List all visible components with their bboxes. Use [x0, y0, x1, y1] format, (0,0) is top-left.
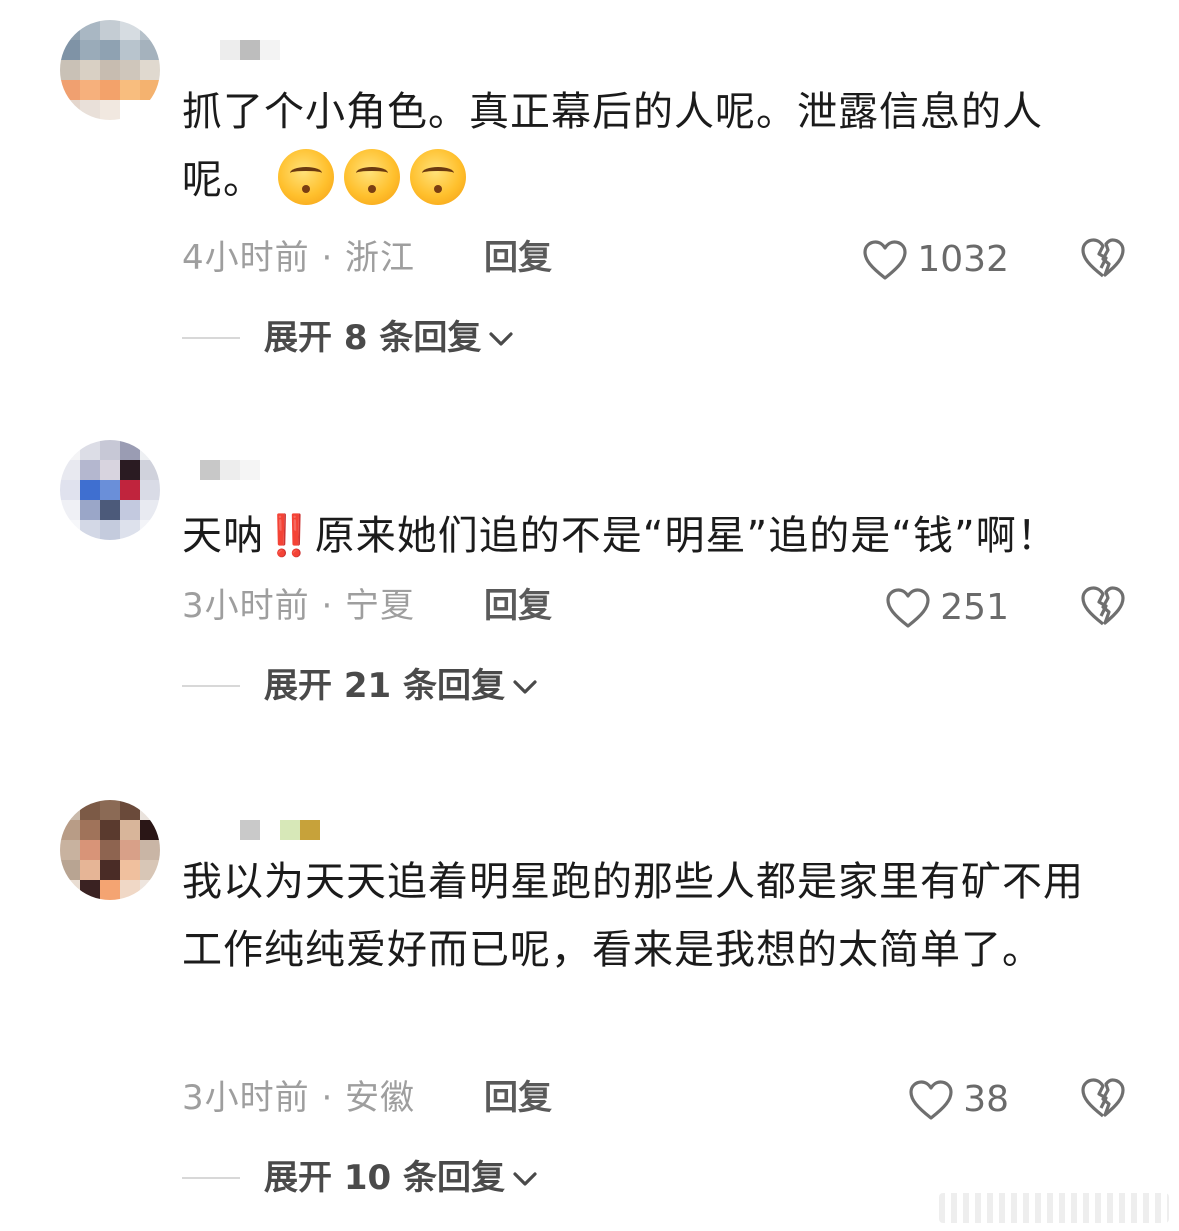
- expand-label: 展开 10 条回复: [264, 1158, 505, 1198]
- username-blurred-part: [300, 820, 320, 840]
- avatar[interactable]: [60, 800, 160, 900]
- comment-text: 我以为天天追着明星跑的那些人都是家里有矿不用工作纯纯爱好而已呢，看来是我想的太简…: [182, 848, 1122, 984]
- broken-heart-icon: [1079, 584, 1127, 628]
- dislike-button[interactable]: [1079, 236, 1127, 280]
- username-blurred[interactable]: [200, 460, 260, 480]
- comment-meta: 3小时前 · 宁夏: [182, 586, 416, 626]
- like-button[interactable]: 38: [907, 1078, 1009, 1122]
- comment-meta: 3小时前 · 安徽: [182, 1078, 416, 1118]
- reply-button[interactable]: 回复: [484, 586, 552, 626]
- chevron-down-icon: [511, 666, 539, 706]
- comment-text-end: 原来她们追的不是“明星”追的是“钱”啊！: [314, 513, 1058, 559]
- dislike-button[interactable]: [1079, 584, 1127, 628]
- reply-button[interactable]: 回复: [484, 1078, 552, 1118]
- divider-line: [182, 1177, 240, 1179]
- divider-line: [182, 337, 240, 339]
- comment-meta: 4小时前 · 浙江: [182, 238, 416, 278]
- broken-heart-icon: [1079, 1076, 1127, 1120]
- heart-outline-icon: [907, 1078, 955, 1122]
- like-count: 1032: [917, 239, 1009, 280]
- divider-line: [182, 685, 240, 687]
- heart-outline-icon: [884, 586, 932, 630]
- watermark: [939, 1193, 1169, 1223]
- like-count: 38: [963, 1079, 1009, 1120]
- broken-heart-icon: [1079, 236, 1127, 280]
- like-button[interactable]: 1032: [861, 238, 1009, 282]
- reply-button[interactable]: 回复: [484, 238, 552, 278]
- expand-label: 展开 21 条回复: [264, 666, 505, 706]
- heart-outline-icon: [861, 238, 909, 282]
- like-count: 251: [940, 587, 1009, 628]
- chevron-down-icon: [511, 1158, 539, 1198]
- emoji-icon: [277, 149, 334, 205]
- double-exclamation-icon: ‼️: [264, 513, 315, 559]
- avatar[interactable]: [60, 440, 160, 540]
- comment-text: 天呐‼️原来她们追的不是“明星”追的是“钱”啊！: [182, 502, 1122, 570]
- like-button[interactable]: 251: [884, 586, 1009, 630]
- avatar[interactable]: [60, 20, 160, 120]
- expand-label: 展开 8 条回复: [264, 318, 482, 358]
- comment-text: 抓了个小角色。真正幕后的人呢。泄露信息的人呢。: [182, 78, 1122, 214]
- username-blurred[interactable]: [220, 40, 280, 60]
- emoji-icon: [343, 149, 400, 205]
- dislike-button[interactable]: [1079, 1076, 1127, 1120]
- expand-replies-button[interactable]: 展开 8 条回复: [182, 318, 515, 358]
- expand-replies-button[interactable]: 展开 10 条回复: [182, 1158, 539, 1198]
- chevron-down-icon: [487, 318, 515, 358]
- emoji-icon: [409, 149, 466, 205]
- comment-text-start: 天呐: [182, 513, 264, 559]
- comment-text-body: 我以为天天追着明星跑的那些人都是家里有矿不用工作纯纯爱好而已呢，看来是我想的太简…: [182, 859, 1084, 973]
- expand-replies-button[interactable]: 展开 21 条回复: [182, 666, 539, 706]
